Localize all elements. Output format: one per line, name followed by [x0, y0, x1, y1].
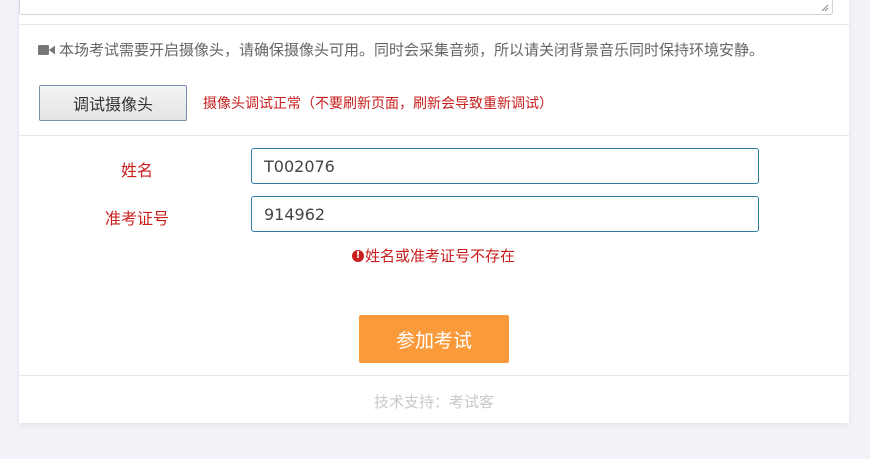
name-label: 姓名 [121, 161, 154, 180]
section-divider-top [19, 24, 849, 25]
section-divider-bottom [19, 375, 849, 376]
validation-error-text: 姓名或准考证号不存在 [365, 247, 516, 265]
ticket-number-input[interactable] [251, 196, 759, 232]
resize-grip-icon[interactable] [821, 4, 829, 12]
textarea-bottom-edge[interactable] [19, 0, 833, 15]
validation-error: ! 姓名或准考证号不存在 [352, 245, 515, 266]
exam-login-card: 本场考试需要开启摄像头，请确保摄像头可用。同时会采集音频，所以请关闭背景音乐同时… [19, 0, 849, 423]
name-input[interactable] [251, 148, 759, 184]
section-divider-middle [19, 135, 849, 136]
video-camera-icon [38, 44, 55, 55]
footer-support-text: 技术支持：考试客 [373, 393, 494, 411]
camera-notice: 本场考试需要开启摄像头，请确保摄像头可用。同时会采集音频，所以请关闭背景音乐同时… [38, 39, 764, 60]
ticket-number-label: 准考证号 [105, 209, 170, 228]
test-camera-button[interactable]: 调试摄像头 [39, 85, 187, 121]
exclamation-circle-icon: ! [352, 249, 364, 262]
join-exam-button[interactable]: 参加考试 [359, 315, 509, 363]
camera-status-text: 摄像头调试正常（不要刷新页面，刷新会导致重新调试） [203, 96, 553, 112]
camera-notice-text: 本场考试需要开启摄像头，请确保摄像头可用。同时会采集音频，所以请关闭背景音乐同时… [59, 41, 765, 59]
